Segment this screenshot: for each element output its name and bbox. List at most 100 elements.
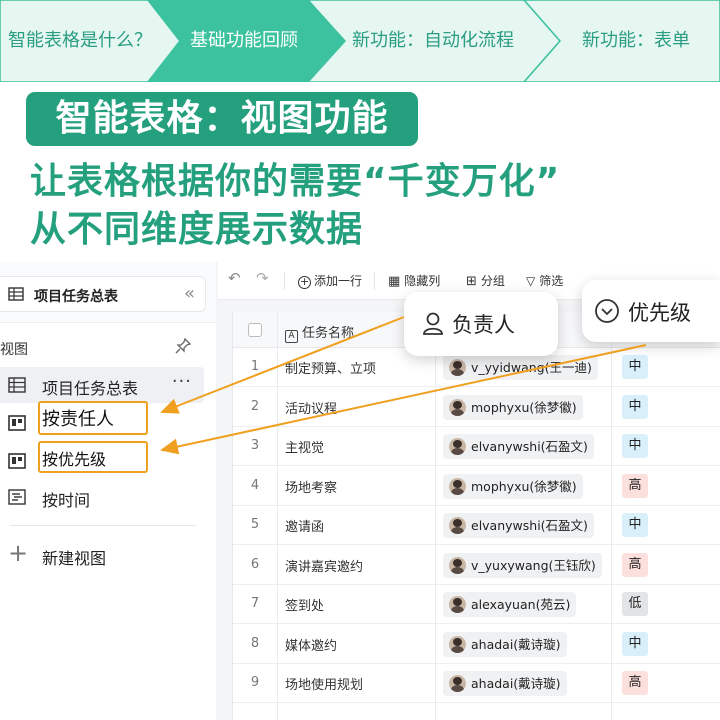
priority-tag[interactable]: 高 bbox=[622, 552, 648, 577]
owner-chip[interactable]: mophyxu(徐梦徽) bbox=[443, 473, 583, 499]
text-field-icon: A bbox=[285, 330, 298, 343]
owner-chip[interactable]: ahadai(戴诗璇) bbox=[443, 671, 567, 696]
priority-tag[interactable]: 中 bbox=[622, 355, 648, 379]
filter-label: 筛选 bbox=[539, 274, 564, 288]
step-navigation: 智能表格是什么？ 基础功能回顾 新功能：自动化流程 新功能：表单 bbox=[0, 0, 720, 82]
owner-chip[interactable]: elvanywshi(石盈文) bbox=[443, 513, 594, 538]
hide-columns-button[interactable]: ▦ 隐藏列 bbox=[388, 272, 440, 289]
task-name-cell[interactable]: 场地考察 bbox=[285, 477, 337, 496]
column-name: 任务名称 bbox=[302, 326, 355, 341]
priority-tag[interactable]: 高 bbox=[622, 473, 648, 498]
table-row[interactable]: 4 场地考察 mophyxu(徐梦徽) 高 bbox=[233, 467, 720, 506]
task-name-cell[interactable]: 媒体邀约 bbox=[285, 635, 337, 654]
plus-circle-icon: + bbox=[298, 275, 311, 289]
avatar bbox=[449, 438, 466, 455]
table-row[interactable]: 3 主视觉 elvanywshi(石盈文) 中 bbox=[233, 427, 720, 466]
task-name-cell[interactable]: 签到处 bbox=[285, 595, 324, 614]
more-icon[interactable]: ··· bbox=[172, 371, 192, 392]
undo-icon[interactable]: ↶ bbox=[228, 269, 241, 287]
views-label: 视图 bbox=[0, 342, 28, 358]
filter-button[interactable]: ▽ 筛选 bbox=[526, 272, 563, 289]
task-name-cell[interactable]: 演讲嘉宾邀约 bbox=[285, 556, 363, 575]
owner-chip[interactable]: v_yyidwang(王一迪) bbox=[443, 355, 598, 380]
subtitle-line-1: 让表格根据你的需要“千变万化” bbox=[30, 161, 561, 202]
avatar bbox=[449, 477, 466, 495]
row-number: 7 bbox=[250, 596, 260, 611]
table-row[interactable]: 5 邀请函 elvanywshi(石盈文) 中 bbox=[233, 506, 720, 545]
redo-icon[interactable]: ↷ bbox=[256, 269, 269, 287]
separator bbox=[374, 272, 375, 290]
person-icon bbox=[422, 312, 444, 340]
column-header-task-name[interactable]: A 任务名称 bbox=[285, 322, 354, 343]
owner-chip[interactable]: v_yuxywang(王钰欣) bbox=[443, 552, 602, 578]
priority-tag[interactable]: 中 bbox=[622, 434, 648, 458]
owner-chip[interactable]: mophyxu(徐梦徽) bbox=[443, 394, 583, 420]
view-label: 项目任务总表 bbox=[42, 379, 139, 398]
grid-icon bbox=[8, 377, 26, 397]
page-title: 智能表格：视图功能 bbox=[55, 98, 389, 139]
add-row-button[interactable]: + 添加一行 bbox=[298, 272, 362, 289]
table-row[interactable]: 2 活动议程 mophyxu(徐梦徽) 中 bbox=[233, 388, 720, 427]
table-title: 项目任务总表 bbox=[34, 289, 118, 305]
pin-icon[interactable] bbox=[174, 337, 192, 359]
task-name-cell[interactable]: 邀请函 bbox=[285, 516, 324, 535]
priority-field-popup[interactable]: 优先级 bbox=[582, 280, 720, 342]
view-label[interactable]: 按责任人 bbox=[42, 405, 114, 431]
filter-icon: ▽ bbox=[526, 274, 536, 288]
collapse-sidebar-icon[interactable]: « bbox=[184, 283, 195, 304]
priority-tag[interactable]: 中 bbox=[622, 394, 648, 419]
grid-icon bbox=[8, 286, 24, 306]
owner-chip[interactable]: elvanywshi(石盈文) bbox=[443, 434, 594, 459]
step-automation[interactable]: 新功能：自动化流程 bbox=[352, 0, 514, 82]
views-panel: 视图 项目任务总表 ··· 按责任人 按优先级 按时间 + 新建视图 bbox=[0, 322, 216, 720]
view-label[interactable]: 按优先级 bbox=[42, 446, 106, 470]
table-row[interactable]: 9 场地使用规划 ahadai(戴诗璇) 高 bbox=[233, 664, 720, 703]
select-all-checkbox[interactable] bbox=[248, 323, 262, 337]
task-name-cell[interactable]: 场地使用规划 bbox=[285, 674, 363, 693]
new-view-label: 新建视图 bbox=[42, 549, 107, 568]
table-row[interactable]: 6 演讲嘉宾邀约 v_yuxywang(王钰欣) 高 bbox=[233, 546, 720, 585]
divider bbox=[10, 525, 196, 526]
group-icon: ⊞ bbox=[466, 274, 477, 289]
priority-tag[interactable]: 中 bbox=[622, 631, 648, 656]
owner-field-popup[interactable]: 负责人 bbox=[404, 292, 558, 356]
columns-icon: ▦ bbox=[388, 274, 401, 289]
priority-tag[interactable]: 高 bbox=[622, 671, 648, 695]
data-grid: A 任务名称 1 制定预算、立项 v_yyidwang(王一迪) 中 2 活动议程 mophy… bbox=[232, 312, 720, 720]
separator bbox=[284, 272, 285, 290]
row-number: 6 bbox=[250, 556, 260, 572]
avatar bbox=[449, 517, 466, 534]
task-name-cell[interactable]: 活动议程 bbox=[285, 398, 337, 417]
avatar bbox=[449, 675, 466, 692]
new-view-button[interactable]: + 新建视图 bbox=[0, 537, 204, 573]
owner-name: mophyxu(徐梦徽) bbox=[471, 399, 577, 415]
chevron-circle-icon bbox=[594, 298, 620, 328]
task-name-cell[interactable]: 制定预算、立项 bbox=[285, 358, 376, 377]
avatar bbox=[449, 635, 466, 653]
subtitle-line-2: 从不同维度展示数据 bbox=[30, 209, 364, 250]
row-number: 2 bbox=[250, 398, 260, 414]
task-name-cell[interactable]: 主视觉 bbox=[285, 437, 324, 456]
step-forms[interactable]: 新功能：表单 bbox=[582, 0, 690, 82]
row-number: 9 bbox=[250, 675, 260, 690]
owner-chip[interactable]: ahadai(戴诗璇) bbox=[443, 631, 567, 657]
step-basic-review[interactable]: 基础功能回顾 bbox=[190, 0, 298, 82]
priority-tag[interactable]: 中 bbox=[622, 513, 648, 537]
add-row-label: 添加一行 bbox=[314, 274, 363, 288]
kanban-icon bbox=[8, 453, 26, 473]
title-badge: 智能表格：视图功能 bbox=[26, 92, 418, 146]
table-row[interactable]: 7 签到处 alexayuan(苑云) 低 bbox=[233, 585, 720, 624]
row-number: 3 bbox=[250, 438, 260, 453]
priority-tag[interactable]: 低 bbox=[622, 592, 648, 616]
row-number: 1 bbox=[250, 359, 260, 374]
view-item-task-table[interactable]: 项目任务总表 ··· bbox=[0, 367, 204, 403]
group-button[interactable]: ⊞ 分组 bbox=[466, 272, 505, 289]
view-item-by-time[interactable]: 按时间 bbox=[0, 479, 204, 515]
step-what-is[interactable]: 智能表格是什么？ bbox=[8, 0, 152, 82]
kanban-icon bbox=[8, 415, 26, 435]
owner-chip[interactable]: alexayuan(苑云) bbox=[443, 592, 577, 617]
table-header[interactable]: 项目任务总表 « bbox=[0, 276, 206, 312]
owner-name: alexayuan(苑云) bbox=[471, 597, 571, 612]
row-number: 8 bbox=[250, 635, 260, 651]
table-row[interactable]: 8 媒体邀约 ahadai(戴诗璇) 中 bbox=[233, 625, 720, 664]
